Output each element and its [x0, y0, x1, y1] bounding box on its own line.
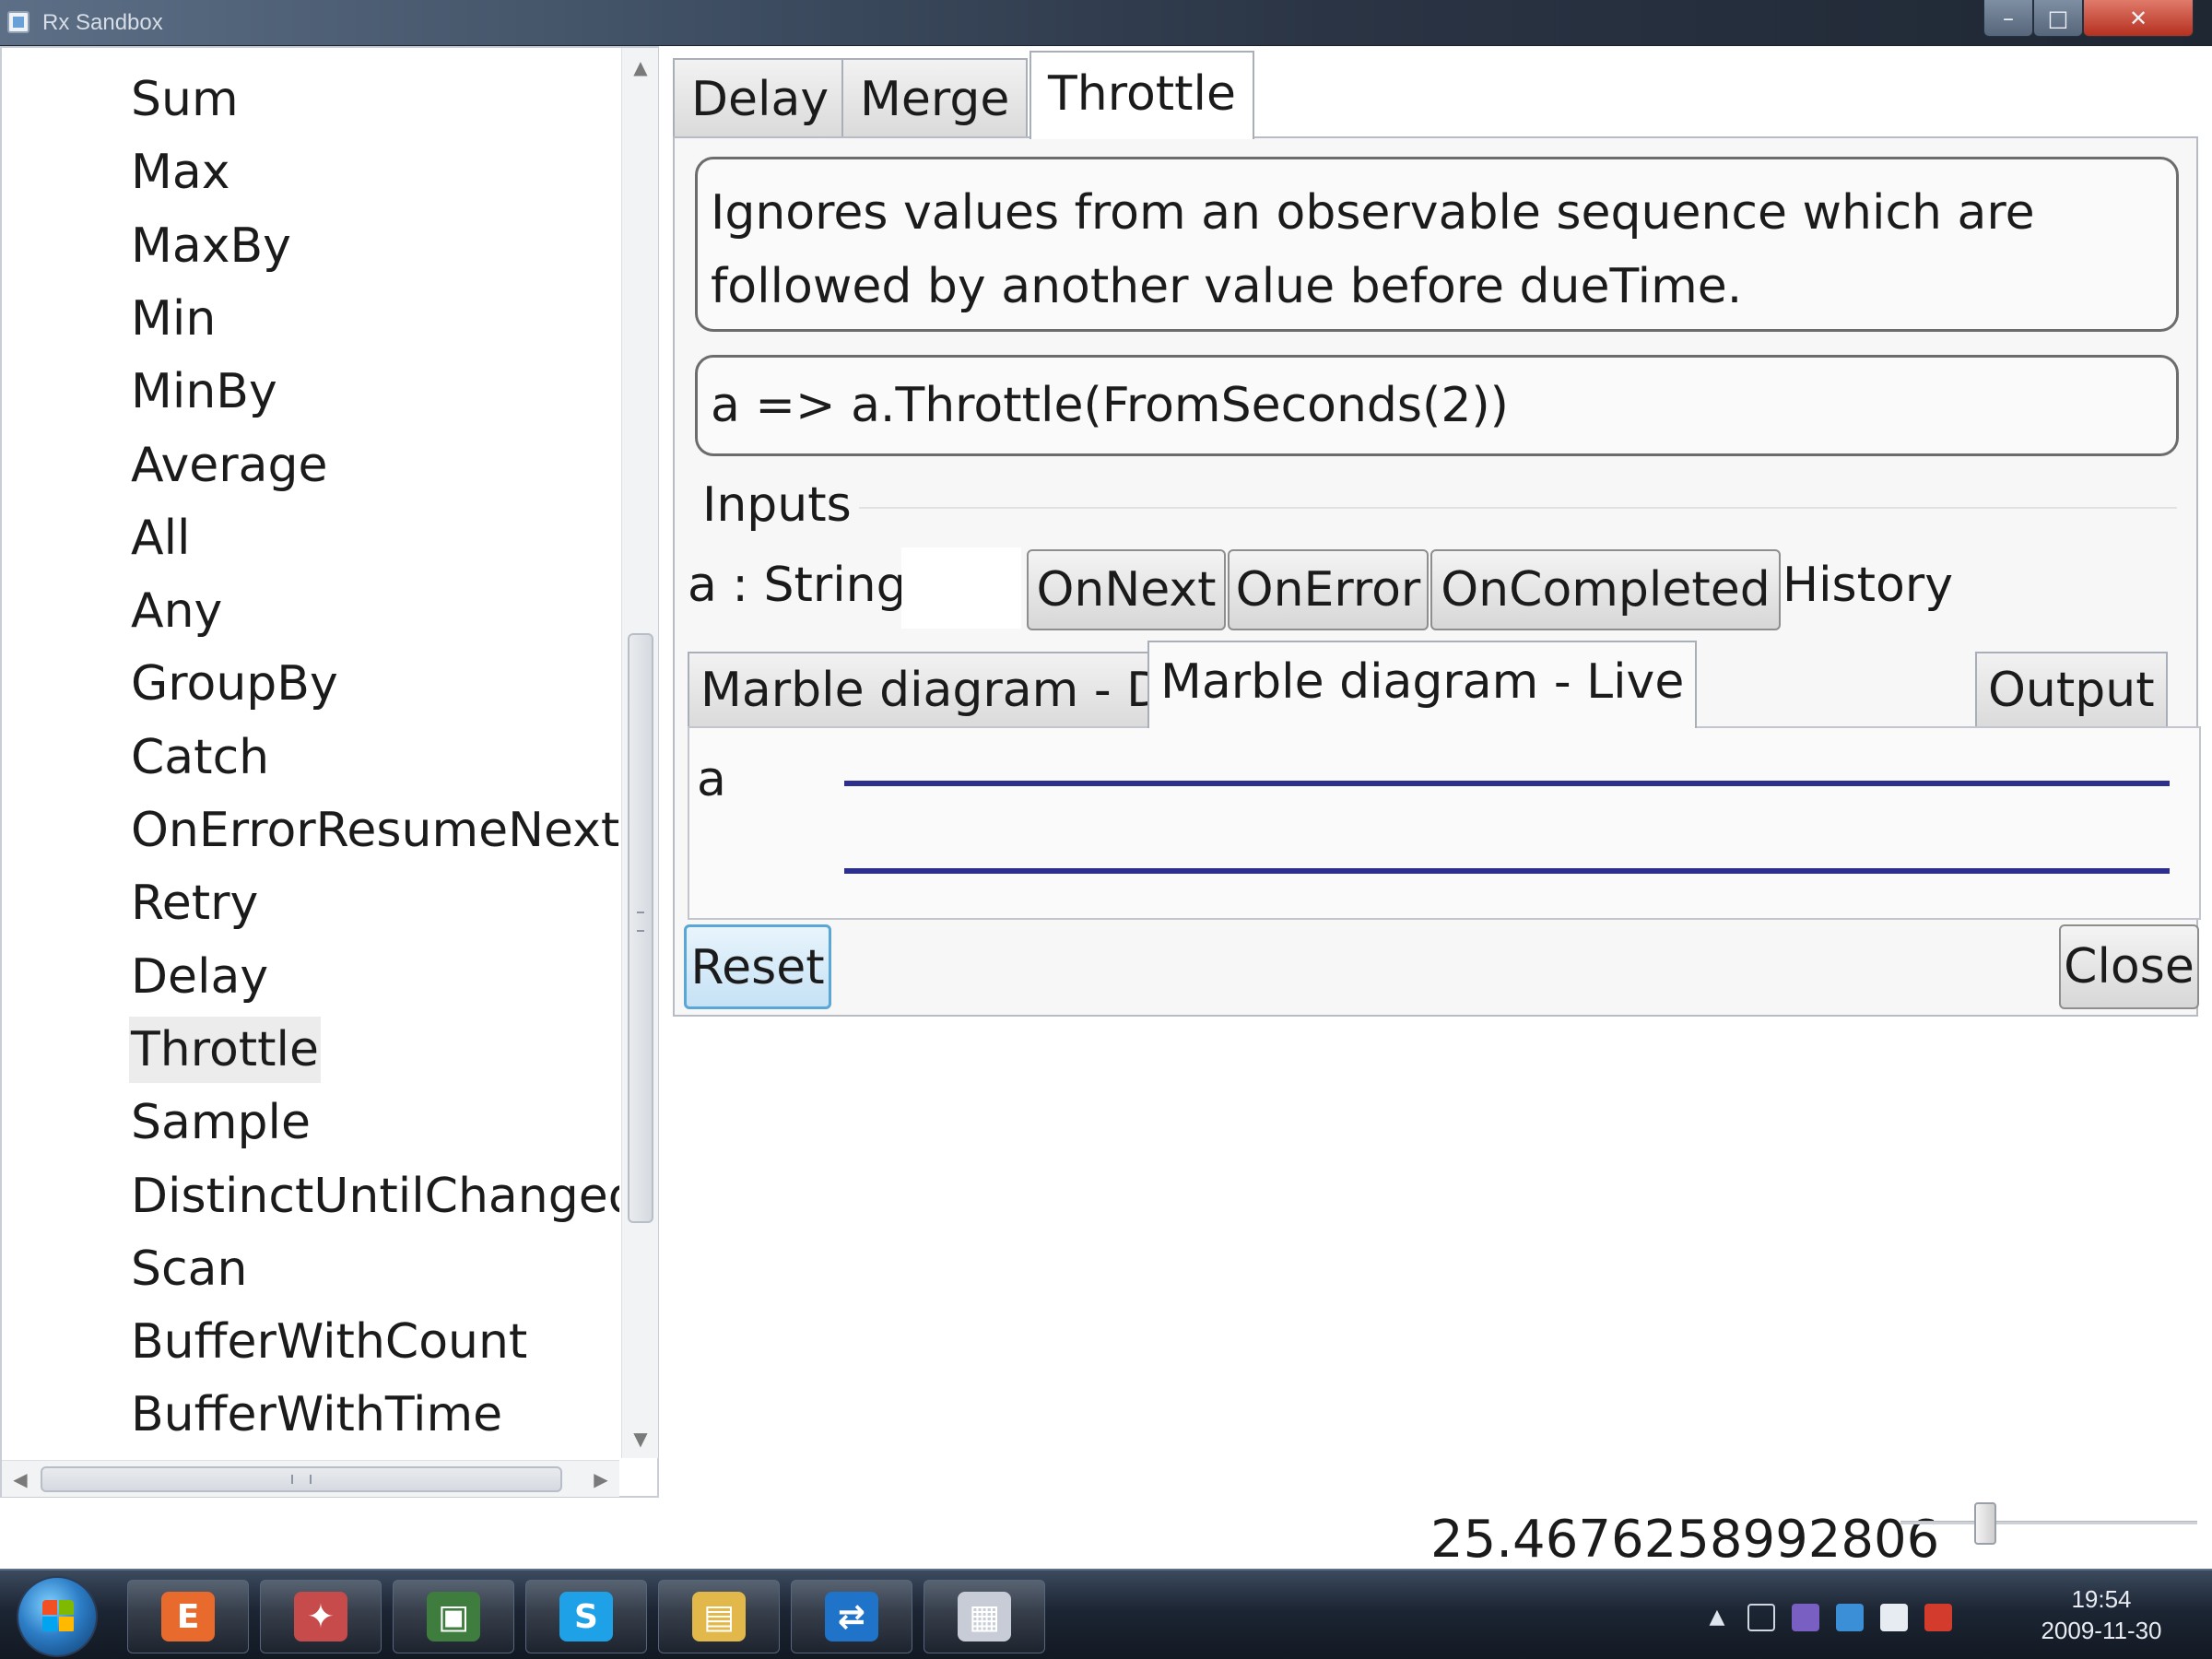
operator-item-onerrorresumenext[interactable]: OnErrorResumeNext [131, 797, 619, 864]
operator-item-maxby[interactable]: MaxBy [131, 213, 291, 279]
operator-item-catch[interactable]: Catch [131, 724, 269, 791]
close-button[interactable]: Close [2059, 924, 2199, 1009]
operator-item-sample[interactable]: Sample [131, 1089, 311, 1156]
vertical-scroll-thumb[interactable] [628, 633, 653, 1223]
operator-item-all[interactable]: All [131, 505, 190, 571]
operator-item-sum[interactable]: Sum [131, 66, 239, 133]
operator-tabs: Delay Merge Throttle [673, 51, 1281, 139]
teamviewer-icon: ⇄ [825, 1592, 878, 1641]
marble-input-line [844, 781, 2170, 786]
scroll-up-icon[interactable]: ▲ [622, 52, 659, 83]
input-row: a : String OnNext OnError OnCompleted Hi… [688, 544, 2190, 632]
taskbar-app-6[interactable]: ⇄ [791, 1580, 912, 1653]
vertical-scrollbar[interactable]: ▲ ▼ [621, 48, 658, 1458]
horizontal-scroll-thumb[interactable] [41, 1466, 562, 1492]
console-icon: ▣ [427, 1592, 480, 1641]
description-box: Ignores values from an observable sequen… [695, 157, 2179, 332]
window-app-icon: ▦ [958, 1592, 1011, 1641]
taskbar-app-5[interactable]: ▤ [658, 1580, 780, 1653]
taskbar-app-1[interactable]: E [127, 1580, 249, 1653]
scroll-down-icon[interactable]: ▼ [622, 1423, 659, 1454]
marble-stream-label: a [697, 752, 726, 807]
taskbar-app-4[interactable]: S [525, 1580, 647, 1653]
operator-list-panel: Sum Max MaxBy Min MinBy Average All Any GroupBy C… [0, 46, 659, 1498]
network-icon[interactable] [1880, 1604, 1908, 1631]
taskbar: E ✦ ▣ S ▤ ⇄ ▦ ▲ 19:54 2009-11-30 [0, 1569, 2212, 1659]
maximize-button[interactable]: □ [2033, 0, 2083, 37]
tab-delay[interactable]: Delay [673, 58, 848, 137]
operator-item-switch[interactable]: Switch [131, 1455, 289, 1458]
operator-item-throttle[interactable]: Throttle [129, 1017, 321, 1083]
operator-item-distinctuntilchanged[interactable]: DistinctUntilChanged [131, 1163, 619, 1230]
operator-detail-panel: Ignores values from an observable sequen… [673, 136, 2201, 1017]
operator-list: Sum Max MaxBy Min MinBy Average All Any GroupBy C… [2, 48, 619, 1458]
puzzle-icon: ✦ [294, 1592, 347, 1641]
on-error-button[interactable]: OnError [1228, 549, 1429, 630]
time-slider-thumb[interactable] [1974, 1502, 1996, 1545]
operator-item-min[interactable]: Min [131, 286, 216, 352]
history-label: History [1783, 558, 1953, 613]
operator-item-scan[interactable]: Scan [131, 1236, 247, 1302]
reset-button[interactable]: Reset [684, 924, 831, 1009]
operator-item-bufferwithcount[interactable]: BufferWithCount [131, 1309, 527, 1375]
operator-item-average[interactable]: Average [131, 432, 328, 499]
app-tray-icon[interactable] [1792, 1604, 1819, 1631]
time-slider-track[interactable] [1900, 1521, 2197, 1524]
inputs-heading: Inputs [702, 477, 852, 533]
on-next-button[interactable]: OnNext [1027, 549, 1226, 630]
system-tray: ▲ [1696, 1591, 2009, 1646]
operator-item-minby[interactable]: MinBy [131, 359, 277, 425]
operator-item-any[interactable]: Any [131, 578, 222, 644]
description-line-1: Ignores values from an observable sequen… [711, 185, 2035, 241]
start-button[interactable] [17, 1576, 98, 1657]
clock-time: 19:54 [2071, 1585, 2132, 1613]
minimize-button[interactable]: – [1983, 0, 2033, 37]
inputs-divider [859, 507, 2177, 509]
time-readout: 25.4676258992806 [1430, 1510, 1940, 1570]
tab-throttle[interactable]: Throttle [1030, 51, 1254, 139]
scroll-left-icon[interactable]: ◀ [4, 1461, 37, 1498]
operator-item-retry[interactable]: Retry [131, 870, 258, 936]
bluetooth-icon[interactable] [1836, 1604, 1864, 1631]
close-window-button[interactable]: ✕ [2083, 0, 2194, 37]
diagram-tabs: Marble diagram - Definition Marble diagr… [688, 641, 2199, 728]
taskbar-app-7[interactable]: ▦ [924, 1580, 1045, 1653]
marble-output-line [844, 868, 2170, 874]
tray-expand-icon[interactable]: ▲ [1703, 1604, 1731, 1631]
operator-item-max[interactable]: Max [131, 139, 230, 206]
on-completed-button[interactable]: OnCompleted [1430, 549, 1781, 630]
flag-icon[interactable] [1924, 1604, 1952, 1631]
title-bar: Rx Sandbox – □ ✕ [0, 0, 2212, 46]
operator-item-bufferwithtime[interactable]: BufferWithTime [131, 1382, 502, 1448]
window-title: Rx Sandbox [42, 10, 163, 35]
horizontal-scrollbar[interactable]: ◀ ▶ [2, 1460, 619, 1497]
operator-item-groupby[interactable]: GroupBy [131, 651, 338, 717]
scroll-right-icon[interactable]: ▶ [584, 1461, 618, 1498]
office-icon: E [161, 1592, 215, 1641]
marble-diagram-area: a [688, 726, 2201, 920]
operator-item-delay[interactable]: Delay [131, 944, 268, 1010]
description-line-2: followed by another value before dueTime… [711, 259, 1743, 314]
input-name-label: a : String [688, 558, 907, 613]
skype-icon: S [559, 1592, 613, 1641]
tab-output[interactable]: Output [1975, 652, 2168, 728]
input-value-field[interactable] [901, 547, 1021, 629]
expression-box: a => a.Throttle(FromSeconds(2)) [695, 355, 2179, 456]
tab-marble-live[interactable]: Marble diagram - Live [1147, 641, 1698, 728]
clock-date: 2009-11-30 [2041, 1617, 2162, 1644]
clock[interactable]: 19:54 2009-11-30 [2009, 1583, 2194, 1646]
taskbar-app-3[interactable]: ▣ [393, 1580, 514, 1653]
taskbar-app-2[interactable]: ✦ [260, 1580, 382, 1653]
app-icon [7, 11, 29, 33]
action-center-icon[interactable] [1747, 1604, 1775, 1631]
folder-icon: ▤ [692, 1592, 746, 1641]
tab-merge[interactable]: Merge [841, 58, 1029, 137]
